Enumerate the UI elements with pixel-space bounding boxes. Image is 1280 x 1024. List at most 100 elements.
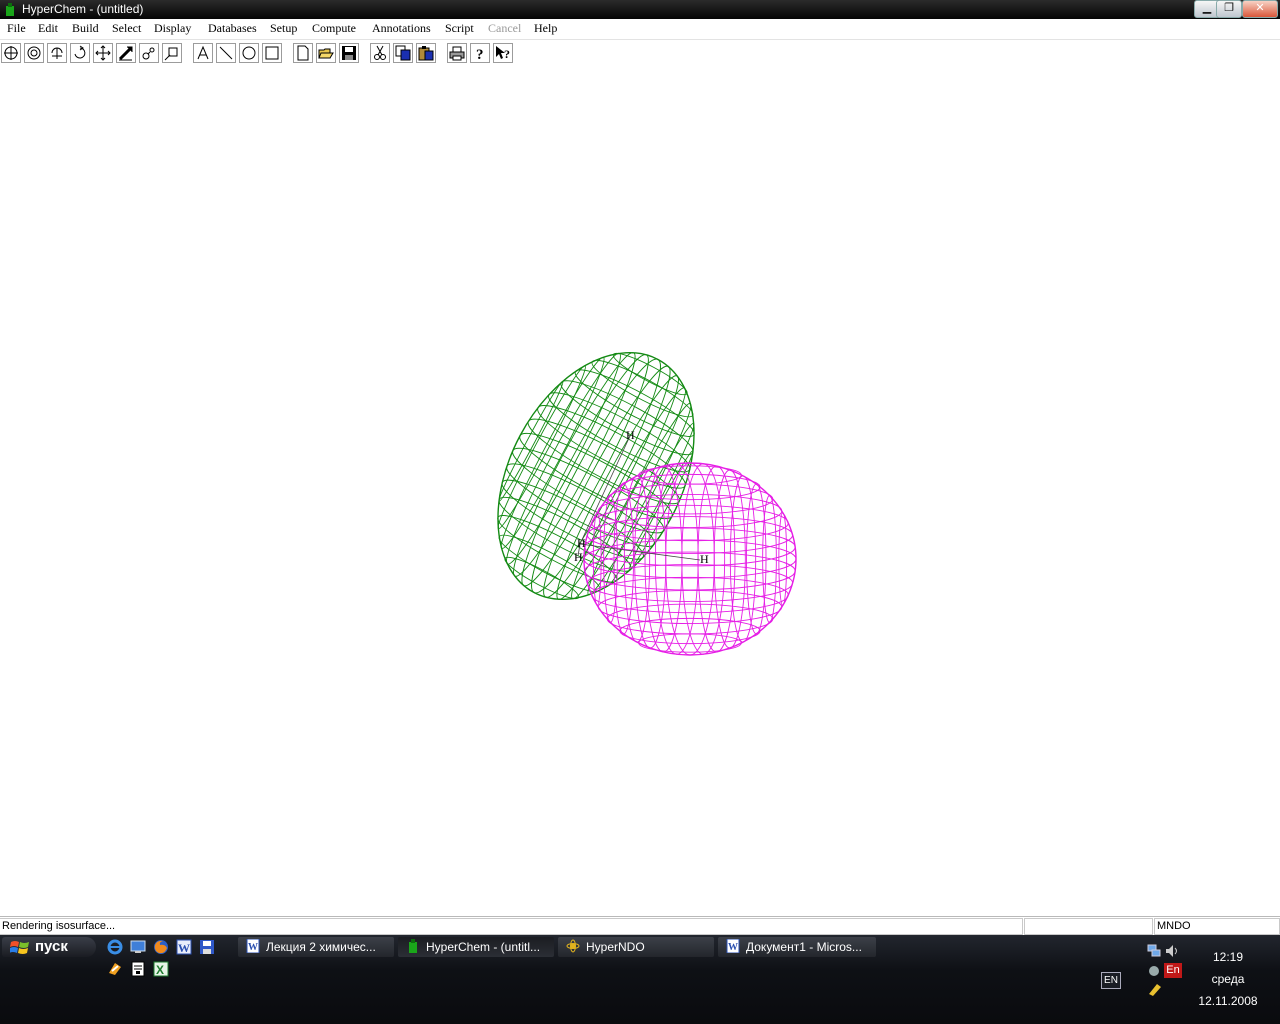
- notepad-icon[interactable]: [130, 961, 146, 977]
- ellipse-annotation-icon: [242, 46, 256, 60]
- word-doc-icon: W: [246, 939, 260, 953]
- cut-icon: [374, 45, 386, 60]
- status-bar: Rendering isosurface... MNDO: [0, 916, 1280, 936]
- close-button[interactable]: ✕: [1242, 0, 1278, 18]
- tray-app-icon[interactable]: [1147, 964, 1161, 978]
- text-annotation-button[interactable]: [193, 43, 213, 63]
- atom-label[interactable]: H: [700, 552, 709, 567]
- svg-text:X: X: [156, 963, 164, 977]
- rotate-out-of-plane-button[interactable]: [47, 43, 67, 63]
- task-hyperndo[interactable]: HyperNDO: [558, 937, 714, 957]
- language-indicator[interactable]: EN: [1101, 972, 1121, 989]
- task-hyperchem[interactable]: HyperChem - (untitl...: [398, 937, 554, 957]
- menu-cancel: Cancel: [488, 21, 522, 35]
- menu-script[interactable]: Script: [445, 21, 474, 36]
- zoom-icon: [142, 47, 155, 60]
- start-button[interactable]: пуск: [2, 937, 96, 957]
- molecule-workspace[interactable]: H H H H: [0, 66, 1280, 916]
- task-document1[interactable]: W Документ1 - Micros...: [718, 937, 876, 957]
- toolbar: ? ?: [0, 40, 1280, 66]
- clock-time[interactable]: 12:19: [1196, 950, 1260, 964]
- new-file-button[interactable]: [293, 43, 313, 63]
- menu-databases[interactable]: Databases: [208, 21, 257, 36]
- paste-button[interactable]: [416, 43, 436, 63]
- atom-label[interactable]: H: [577, 536, 586, 551]
- select-tool-icon: [27, 46, 41, 60]
- restore-button[interactable]: ❐: [1216, 0, 1242, 18]
- title-bar: HyperChem - (untitled) ▁ ❐ ✕: [0, 0, 1280, 19]
- menu-edit[interactable]: Edit: [38, 21, 58, 36]
- help-icon: ?: [476, 47, 484, 61]
- open-file-icon: [318, 48, 334, 59]
- excel-icon[interactable]: X: [153, 961, 169, 977]
- desktop-icon[interactable]: [130, 939, 146, 955]
- menu-display[interactable]: Display: [154, 21, 191, 36]
- menu-annotations[interactable]: Annotations: [372, 21, 431, 36]
- rectangle-annotation-button[interactable]: [262, 43, 282, 63]
- negative-lobe-latitude-line: [606, 603, 774, 635]
- tray-tool-icon[interactable]: [1147, 982, 1163, 996]
- line-annotation-icon: [219, 46, 233, 60]
- z-clip-button[interactable]: [162, 43, 182, 63]
- winamp-icon[interactable]: [107, 961, 123, 977]
- menu-setup[interactable]: Setup: [270, 21, 297, 36]
- network-icon[interactable]: [1147, 944, 1161, 958]
- save-icon[interactable]: [199, 939, 215, 955]
- close-icon: ✕: [1255, 2, 1265, 14]
- ellipse-annotation-button[interactable]: [239, 43, 259, 63]
- save-file-icon: [342, 46, 356, 60]
- ie-icon[interactable]: [107, 939, 123, 955]
- copy-button[interactable]: [393, 43, 413, 63]
- text-annotation-icon: [197, 45, 209, 60]
- restore-icon: ❐: [1224, 2, 1234, 14]
- negative-lobe-longitude-line: [729, 475, 757, 643]
- translate-button[interactable]: [93, 43, 113, 63]
- task-label: HyperChem - (untitl...: [426, 940, 541, 954]
- negative-lobe-latitude-line: [591, 576, 789, 614]
- menu-file[interactable]: File: [7, 21, 26, 36]
- menu-compute[interactable]: Compute: [312, 21, 356, 36]
- line-annotation-button[interactable]: [216, 43, 236, 63]
- taskbar: пуск W X W Лекция 2 химичес... HyperChem…: [0, 935, 1280, 1024]
- new-file-icon: [297, 45, 309, 61]
- firefox-icon[interactable]: [153, 939, 169, 955]
- z-translate-button[interactable]: [116, 43, 136, 63]
- task-lecture-doc[interactable]: W Лекция 2 химичес...: [238, 937, 394, 957]
- negative-lobe-longitude-line: [713, 469, 746, 649]
- select-tool-button[interactable]: [24, 43, 44, 63]
- menu-select[interactable]: Select: [112, 21, 141, 36]
- hyperchem-icon: [409, 939, 417, 953]
- orbital-isosurface: [497, 351, 797, 656]
- hyperchem-app-icon: [6, 3, 14, 16]
- window-title: HyperChem - (untitled): [22, 2, 144, 16]
- atom-label[interactable]: H: [626, 428, 635, 443]
- save-file-button[interactable]: [339, 43, 359, 63]
- rotate-in-plane-button[interactable]: [70, 43, 90, 63]
- status-message: Rendering isosurface...: [0, 918, 1023, 935]
- cut-button[interactable]: [370, 43, 390, 63]
- context-help-icon: ?: [496, 46, 510, 61]
- open-file-button[interactable]: [316, 43, 336, 63]
- word-icon[interactable]: W: [176, 939, 192, 955]
- hyperndo-icon: [566, 939, 580, 953]
- menu-build[interactable]: Build: [72, 21, 99, 36]
- menu-help[interactable]: Help: [534, 21, 557, 36]
- svg-text:?: ?: [504, 47, 510, 61]
- minimize-icon: ▁: [1202, 2, 1212, 14]
- positive-lobe-longitude-line: [498, 380, 564, 502]
- atom-label[interactable]: H: [574, 550, 583, 565]
- print-button[interactable]: [447, 43, 467, 63]
- zoom-button[interactable]: [139, 43, 159, 63]
- context-help-button[interactable]: ?: [493, 43, 513, 63]
- task-label: HyperNDO: [586, 940, 645, 954]
- help-button[interactable]: ?: [470, 43, 490, 63]
- draw-tool-button[interactable]: [1, 43, 21, 63]
- draw-tool-icon: [4, 46, 18, 60]
- z-clip-icon: [164, 47, 178, 61]
- tray-language-badge[interactable]: En: [1164, 963, 1182, 978]
- clock-day: среда: [1211, 972, 1245, 986]
- svg-text:?: ?: [476, 47, 484, 61]
- volume-icon[interactable]: [1165, 944, 1179, 958]
- svg-text:W: W: [178, 941, 190, 955]
- positive-lobe-longitude-line: [497, 365, 586, 530]
